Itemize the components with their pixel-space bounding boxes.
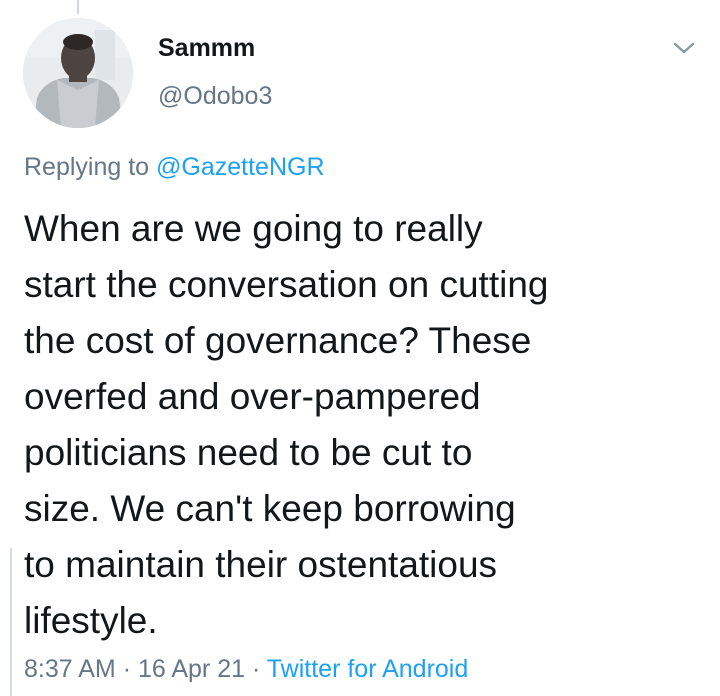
meta-separator: ·	[122, 655, 132, 683]
avatar[interactable]	[23, 18, 133, 128]
left-edge-divider	[10, 548, 12, 696]
tweet-date[interactable]: 16 Apr 21	[138, 655, 245, 683]
meta-separator: ·	[251, 655, 261, 683]
replying-to-mention[interactable]: @GazetteNGR	[156, 153, 324, 181]
more-options-button[interactable]	[664, 30, 704, 66]
chevron-down-icon	[673, 42, 695, 54]
replying-to-label: Replying to	[24, 153, 150, 181]
thread-connector-line	[77, 0, 79, 14]
tweet-detail-page: Sammm @Odobo3 Replying to @GazetteNGR Wh…	[0, 0, 720, 696]
tweet-text-line: When are we going to really	[24, 208, 483, 249]
tweet-text-line: politicians need to be cut to	[24, 432, 473, 473]
tweet-metadata: 8:37 AM · 16 Apr 21 · Twitter for Androi…	[24, 655, 468, 684]
tweet-text-line: to maintain their ostentatious	[24, 544, 498, 585]
avatar-photo	[23, 18, 133, 128]
tweet-time[interactable]: 8:37 AM	[24, 655, 116, 683]
tweet-text-line: lifestyle.	[24, 600, 158, 641]
tweet-text-line: the cost of governance? These	[24, 320, 532, 361]
author-handle[interactable]: @Odobo3	[158, 82, 272, 111]
tweet-text: When are we going to really start the co…	[24, 201, 704, 649]
tweet-text-line: overfed and over-pampered	[24, 376, 481, 417]
author-display-name[interactable]: Sammm	[158, 34, 255, 63]
replying-to-line: Replying to @GazetteNGR	[24, 153, 325, 182]
tweet-text-line: size. We can't keep borrowing	[24, 488, 516, 529]
tweet-text-line: start the conversation on cutting	[24, 264, 549, 305]
tweet-source-link[interactable]: Twitter for Android	[267, 655, 468, 683]
